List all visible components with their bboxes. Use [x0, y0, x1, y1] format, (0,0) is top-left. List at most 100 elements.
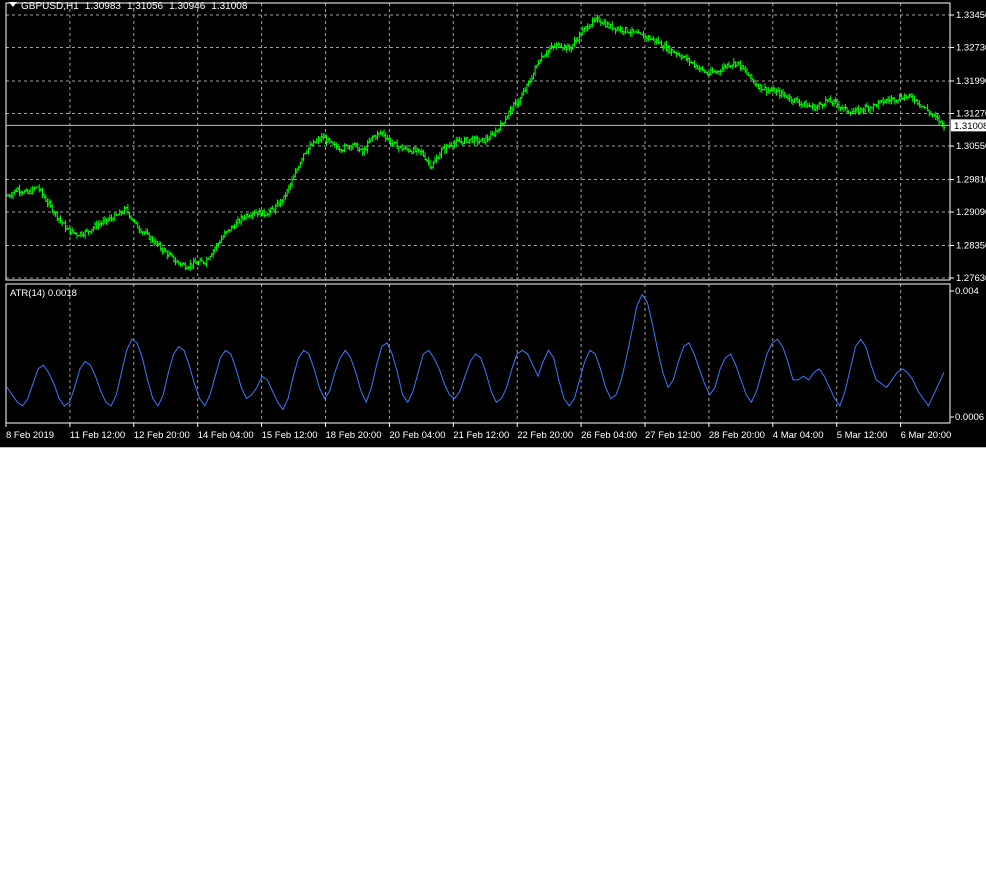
price-bar — [903, 93, 907, 101]
price-bar — [599, 18, 603, 27]
price-axis-label: 1.32730 — [956, 43, 986, 54]
price-bar — [490, 130, 494, 136]
price-bar — [554, 42, 558, 50]
price-bar — [55, 211, 59, 222]
price-bar — [369, 137, 373, 143]
price-bar — [469, 137, 473, 144]
price-bar — [684, 54, 688, 62]
price-bar — [824, 96, 828, 107]
time-axis-label: 28 Feb 20:00 — [709, 430, 765, 441]
price-bar — [287, 184, 291, 194]
price-bar — [213, 245, 217, 255]
price-bar — [384, 132, 388, 143]
dropdown-triangle-icon[interactable] — [9, 2, 17, 7]
price-bar — [103, 216, 107, 224]
price-bar — [935, 113, 939, 122]
price-bar — [100, 221, 104, 227]
chart-header: GBPUSD,H1 1.30983 1.31056 1.30946 1.31008 — [9, 1, 247, 12]
chart-canvas[interactable]: 1.33450 1.32730 1.31990 1.31270 1.30550 1.298… — [0, 0, 986, 447]
price-bar — [582, 26, 586, 33]
atr-panel-border — [5, 283, 951, 424]
price-bar — [745, 67, 749, 76]
price-bar — [743, 65, 747, 74]
price-bar — [556, 41, 560, 47]
price-bar — [673, 50, 677, 54]
price-bar — [375, 130, 379, 141]
price-bar — [738, 60, 742, 71]
price-bar — [563, 43, 567, 51]
price-bar — [463, 136, 467, 145]
price-bar — [410, 150, 414, 155]
atr-axis-label: 0.0006 — [955, 412, 984, 423]
price-axis-label: 1.28350 — [956, 240, 986, 251]
price-bar — [485, 134, 489, 143]
price-bar — [573, 36, 577, 47]
price-bar — [917, 100, 921, 108]
price-bar — [193, 257, 197, 264]
price-bar — [418, 149, 422, 156]
price-bar — [16, 186, 20, 193]
price-bar — [775, 88, 779, 96]
price-bar — [321, 133, 325, 141]
price-bar — [615, 26, 619, 32]
price-bar — [91, 226, 95, 232]
price-bar — [788, 93, 792, 103]
price-bar — [188, 259, 192, 271]
price-bar — [85, 228, 89, 233]
price-bar — [916, 99, 920, 106]
price-bar — [152, 237, 156, 247]
price-bar — [789, 96, 793, 104]
price-bar — [129, 215, 133, 221]
price-bar — [417, 148, 421, 153]
price-bar — [308, 141, 312, 150]
price-bar — [123, 205, 127, 215]
price-bar — [249, 211, 253, 219]
price-bar — [837, 100, 841, 111]
price-bar — [96, 220, 100, 230]
price-bar — [674, 51, 678, 58]
price-bar — [128, 211, 132, 219]
price-bar — [620, 26, 624, 35]
price-bar — [779, 89, 783, 98]
price-bar — [765, 86, 769, 96]
price-bar — [80, 230, 84, 237]
price-bar — [72, 229, 76, 234]
price-bar — [778, 87, 782, 100]
price-bar — [146, 228, 150, 235]
price-bar — [822, 103, 826, 108]
price-bar — [200, 257, 204, 262]
price-bar — [44, 194, 48, 202]
chart-window[interactable]: 1.33450 1.32730 1.31990 1.31270 1.30550 1.298… — [0, 0, 986, 448]
price-bar — [876, 99, 880, 110]
price-bar — [768, 87, 772, 95]
price-bar — [82, 232, 86, 238]
price-bar — [908, 93, 912, 99]
price-bar — [162, 247, 166, 254]
price-bar — [293, 167, 297, 178]
price-bar — [149, 235, 153, 244]
price-bar — [845, 107, 849, 114]
price-bar — [267, 208, 271, 218]
price-bar — [525, 83, 529, 94]
price-bar — [205, 256, 209, 268]
time-axis-label: 15 Feb 12:00 — [262, 430, 318, 441]
price-bar — [840, 104, 844, 111]
price-bar — [32, 186, 36, 192]
price-bar — [538, 59, 542, 65]
price-bar — [318, 136, 322, 143]
price-bar — [320, 133, 324, 143]
price-bar — [426, 156, 430, 166]
price-bar — [881, 96, 885, 106]
price-bar — [49, 199, 53, 208]
time-axis-label: 20 Feb 04:00 — [389, 430, 445, 441]
price-bar — [137, 225, 141, 234]
price-bar — [581, 26, 585, 36]
price-bar — [817, 101, 821, 110]
price-bar — [407, 148, 411, 153]
price-axis-label: 1.33450 — [956, 10, 986, 21]
price-bar — [282, 195, 286, 203]
grid — [5, 3, 950, 423]
price-bar — [722, 62, 726, 72]
price-bar — [59, 215, 63, 224]
price-bar — [27, 189, 31, 195]
